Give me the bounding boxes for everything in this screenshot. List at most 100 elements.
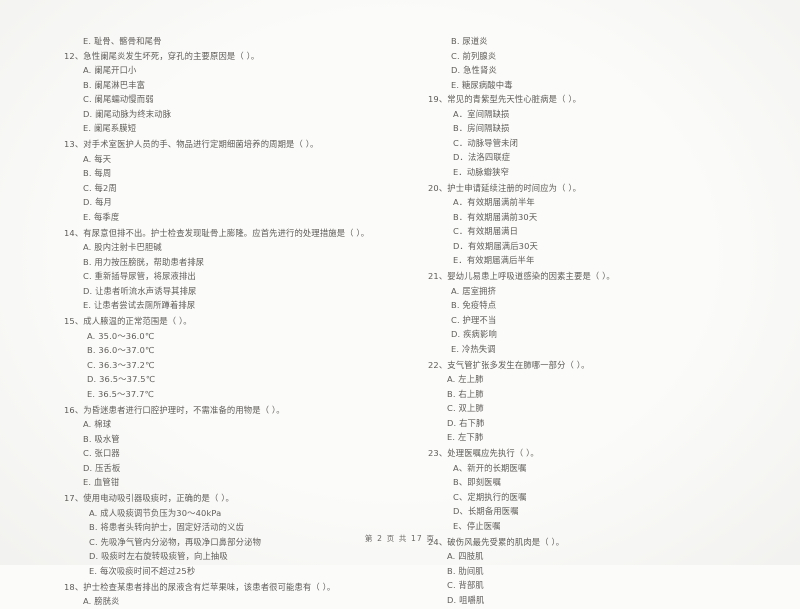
option-e[interactable]: E. 让患者尝试去厕所蹲着排尿 — [64, 298, 390, 313]
option-list: A. 阑尾开口小 B. 阑尾淋巴丰富 C. 阑尾蠕动慢而弱 D. 阑尾动脉为终末… — [64, 63, 390, 136]
option-d[interactable]: D. 咀嚼肌 — [428, 593, 786, 608]
option-d[interactable]: D. 急性肾炎 — [428, 63, 786, 78]
option-e[interactable]: E. 左下肺 — [428, 430, 786, 445]
question-stem: 15、成人腋温的正常范围是（ ）。 — [64, 316, 192, 327]
option-b[interactable]: B. 肋间肌 — [428, 564, 786, 579]
continuation-option-list: B. 尿道炎 C. 前列腺炎 D. 急性肾炎 E. 糖尿病酸中毒 — [428, 34, 786, 92]
question-20: 20、护士申请延续注册的时间应为（ ）。 A．有效期届满前半年 B．有效期届满前… — [428, 181, 786, 268]
option-b[interactable]: B. 阑尾淋巴丰富 — [64, 78, 390, 93]
option-c[interactable]: C. 前列腺炎 — [428, 49, 786, 64]
option-b[interactable]: B. 每周 — [64, 166, 390, 181]
option-d[interactable]: D．法洛四联症 — [428, 150, 786, 165]
option-b[interactable]: B．房间隔缺损 — [428, 121, 786, 136]
option-d[interactable]: D. 吸痰时左右旋转吸痰管，向上抽吸 — [64, 549, 390, 564]
option-c[interactable]: C．动脉导管未闭 — [428, 136, 786, 151]
option-d[interactable]: D. 右下肺 — [428, 416, 786, 431]
option-a[interactable]: A．有效期届满前半年 — [428, 195, 786, 210]
option-a[interactable]: A. 居室拥挤 — [428, 284, 786, 299]
question-21: 21、婴幼儿易患上呼吸道感染的因素主要是（ ）。 A. 居室拥挤 B. 免疫特点… — [428, 269, 786, 356]
option-d[interactable]: D. 压舌板 — [64, 461, 390, 476]
question-13: 13、对手术室医护人员的手、物品进行定期细菌培养的周期是（ ）。 A. 每天 B… — [64, 137, 390, 224]
option-c[interactable]: C. 双上肺 — [428, 401, 786, 416]
option-b[interactable]: B. 用力按压膀胱，帮助患者排尿 — [64, 255, 390, 270]
question-14: 14、有尿意但排不出。护士检查发现耻骨上膨隆。应首先进行的处理措施是（ ）。 A… — [64, 226, 390, 313]
option-b[interactable]: B. 尿道炎 — [428, 34, 786, 49]
option-a[interactable]: A. 股内注射卡巴胆碱 — [64, 240, 390, 255]
option-a[interactable]: A. 四肢肌 — [428, 549, 786, 564]
option-a[interactable]: A. 膀胱炎 — [64, 594, 390, 609]
question-stem: 20、护士申请延续注册的时间应为（ ）。 — [428, 182, 582, 193]
option-e[interactable]: E．有效期届满后半年 — [428, 253, 786, 268]
option-c[interactable]: C. 张口器 — [64, 446, 390, 461]
option-a[interactable]: A．室间隔缺损 — [428, 107, 786, 122]
option-e[interactable]: E. 血管钳 — [64, 475, 390, 490]
question-12: 12、急性阑尾炎发生坏死，穿孔的主要原因是（ ）。 A. 阑尾开口小 B. 阑尾… — [64, 49, 390, 136]
option-c[interactable]: C、定期执行的医嘱 — [428, 490, 786, 505]
option-a[interactable]: A. 每天 — [64, 152, 390, 167]
option-a[interactable]: A. 成人吸痰调节负压为30～40kPa — [64, 506, 390, 521]
option-c[interactable]: C. 阑尾蠕动慢而弱 — [64, 92, 390, 107]
option-list: A. 膀胱炎 — [64, 594, 390, 609]
question-stem: 22、支气管扩张多发生在肺哪一部分（ ）。 — [428, 359, 590, 370]
option-c[interactable]: C. 36.3～37.2℃ — [64, 358, 390, 373]
option-d[interactable]: D. 36.5～37.5℃ — [64, 372, 390, 387]
left-column: E. 耻骨、髂骨和尾骨 12、急性阑尾炎发生坏死，穿孔的主要原因是（ ）。 A.… — [0, 34, 400, 606]
option-a[interactable]: A. 左上肺 — [428, 372, 786, 387]
option-d[interactable]: D. 疾病影响 — [428, 327, 786, 342]
option-e[interactable]: E. 糖尿病酸中毒 — [428, 78, 786, 93]
option-list: A. 棉球 B. 吸水管 C. 张口器 D. 压舌板 E. 血管钳 — [64, 417, 390, 490]
option-b[interactable]: B. 吸水管 — [64, 432, 390, 447]
option-e[interactable]: E. 36.5～37.7℃ — [64, 387, 390, 402]
option-list: A. 每天 B. 每周 C. 每2周 D. 每月 E. 每季度 — [64, 152, 390, 225]
option-d[interactable]: D. 阑尾动脉为终末动脉 — [64, 107, 390, 122]
option-b[interactable]: B、即刻医嘱 — [428, 475, 786, 490]
option-e[interactable]: E. 阑尾系膜短 — [64, 121, 390, 136]
question-22: 22、支气管扩张多发生在肺哪一部分（ ）。 A. 左上肺 B. 右上肺 C. 双… — [428, 358, 786, 445]
option-e[interactable]: E、停止医嘱 — [428, 519, 786, 534]
option-d[interactable]: D. 让患者听流水声诱导其排尿 — [64, 284, 390, 299]
option-c[interactable]: C. 重新插导尿管，将尿液排出 — [64, 269, 390, 284]
option-d[interactable]: D、长期备用医嘱 — [428, 504, 786, 519]
question-19: 19、常见的青紫型先天性心脏病是（ ）。 A．室间隔缺损 B．房间隔缺损 C．动… — [428, 92, 786, 179]
option-a[interactable]: A. 35.0～36.0℃ — [64, 329, 390, 344]
option-b[interactable]: B. 免疫特点 — [428, 298, 786, 313]
option-d[interactable]: D. 每月 — [64, 195, 390, 210]
option-b[interactable]: B. 36.0～37.0℃ — [64, 343, 390, 358]
option-b[interactable]: B．有效期届满前30天 — [428, 210, 786, 225]
option-list: A. 35.0～36.0℃ B. 36.0～37.0℃ C. 36.3～37.2… — [64, 329, 390, 402]
question-15: 15、成人腋温的正常范围是（ ）。 A. 35.0～36.0℃ B. 36.0～… — [64, 314, 390, 401]
question-stem: 13、对手术室医护人员的手、物品进行定期细菌培养的周期是（ ）。 — [64, 139, 319, 150]
page-footer: 第 2 页 共 17 页 — [364, 534, 436, 543]
option-b[interactable]: B. 右上肺 — [428, 387, 786, 402]
continuation-option: E. 耻骨、髂骨和尾骨 — [83, 36, 162, 46]
option-e[interactable]: E．动脉瓣狭窄 — [428, 165, 786, 180]
question-stem: 21、婴幼儿易患上呼吸道感染的因素主要是（ ）。 — [428, 271, 615, 282]
option-d[interactable]: D．有效期届满后30天 — [428, 239, 786, 254]
right-column: B. 尿道炎 C. 前列腺炎 D. 急性肾炎 E. 糖尿病酸中毒 19、常见的青… — [400, 34, 800, 605]
two-column-body: E. 耻骨、髂骨和尾骨 12、急性阑尾炎发生坏死，穿孔的主要原因是（ ）。 A.… — [0, 34, 800, 606]
question-24: 24、破伤风最先受累的肌肉是（ ）。 A. 四肢肌 B. 肋间肌 C. 背部肌 … — [428, 535, 786, 608]
document-page: E. 耻骨、髂骨和尾骨 12、急性阑尾炎发生坏死，穿孔的主要原因是（ ）。 A.… — [0, 0, 800, 606]
question-stem: 16、为昏迷患者进行口腔护理时，不需准备的用物是（ ）。 — [64, 404, 285, 415]
option-c[interactable]: C．有效期届满日 — [428, 224, 786, 239]
question-stem: 18、护士检查某患者排出的尿液含有烂苹果味，该患者很可能患有（ ）。 — [64, 581, 336, 592]
option-e[interactable]: E. 每季度 — [64, 210, 390, 225]
question-stem: 23、处理医嘱应先执行（ ）。 — [428, 448, 539, 459]
option-c[interactable]: C. 护理不当 — [428, 313, 786, 328]
option-c[interactable]: C. 每2周 — [64, 181, 390, 196]
option-a[interactable]: A. 棉球 — [64, 417, 390, 432]
option-e[interactable]: E. 每次吸痰时间不超过25秒 — [64, 564, 390, 579]
question-stem: 14、有尿意但排不出。护士检查发现耻骨上膨隆。应首先进行的处理措施是（ ）。 — [64, 227, 370, 238]
option-list: A. 左上肺 B. 右上肺 C. 双上肺 D. 右下肺 E. 左下肺 — [428, 372, 786, 445]
option-c[interactable]: C. 背部肌 — [428, 578, 786, 593]
option-a[interactable]: A. 阑尾开口小 — [64, 63, 390, 78]
option-list: A. 四肢肌 B. 肋间肌 C. 背部肌 D. 咀嚼肌 — [428, 549, 786, 607]
option-list: A. 居室拥挤 B. 免疫特点 C. 护理不当 D. 疾病影响 E. 冷热失调 — [428, 284, 786, 357]
option-e[interactable]: E. 冷热失调 — [428, 342, 786, 357]
option-a[interactable]: A、新开的长期医嘱 — [428, 461, 786, 476]
question-stem: 19、常见的青紫型先天性心脏病是（ ）。 — [428, 94, 582, 104]
question-16: 16、为昏迷患者进行口腔护理时，不需准备的用物是（ ）。 A. 棉球 B. 吸水… — [64, 403, 390, 490]
question-18: 18、护士检查某患者排出的尿液含有烂苹果味，该患者很可能患有（ ）。 A. 膀胱… — [64, 580, 390, 609]
question-23: 23、处理医嘱应先执行（ ）。 A、新开的长期医嘱 B、即刻医嘱 C、定期执行的… — [428, 446, 786, 533]
option-list: A、新开的长期医嘱 B、即刻医嘱 C、定期执行的医嘱 D、长期备用医嘱 E、停止… — [428, 461, 786, 534]
